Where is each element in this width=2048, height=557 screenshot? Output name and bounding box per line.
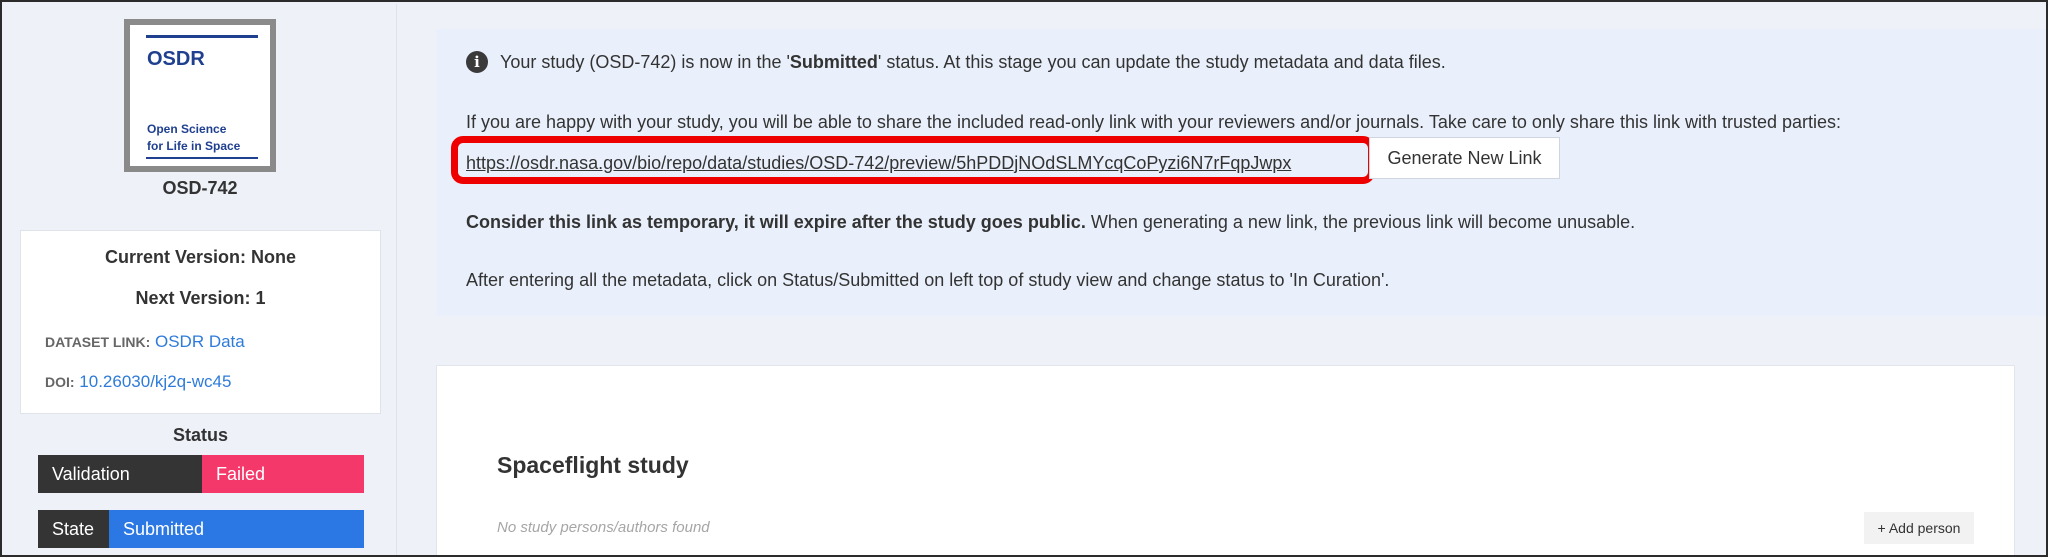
- app-window: OSDR Open Science for Life in Space OSD-…: [0, 0, 2048, 557]
- version-card: Current Version: None Next Version: 1 DA…: [20, 230, 381, 414]
- dataset-link[interactable]: OSDR Data: [155, 332, 245, 351]
- logo-tagline: Open Science for Life in Space: [147, 121, 240, 155]
- study-id-label: OSD-742: [162, 178, 238, 198]
- link-expiry-bold: Consider this link as temporary, it will…: [466, 212, 1086, 232]
- doi-row: DOI: 10.26030/kj2q-wc45: [45, 372, 231, 392]
- study-title: Spaceflight study: [497, 452, 689, 478]
- logo-rule-top: [146, 35, 258, 38]
- generate-new-link-button[interactable]: Generate New Link: [1369, 137, 1560, 179]
- logo-rule-bottom: [146, 157, 258, 159]
- preview-link[interactable]: https://osdr.nasa.gov/bio/repo/data/stud…: [466, 153, 1291, 174]
- logo-tagline-line2: for Life in Space: [147, 139, 241, 153]
- info-icon: i: [466, 51, 488, 73]
- dataset-link-row: DATASET LINK: OSDR Data: [45, 332, 245, 352]
- submission-notice: i Your study (OSD-742) is now in the 'Su…: [436, 29, 2046, 316]
- share-instructions: If you are happy with your study, you wi…: [466, 112, 1842, 132]
- doi-link[interactable]: 10.26030/kj2q-wc45: [79, 372, 231, 391]
- doi-label: DOI:: [45, 374, 75, 390]
- status-info-prefix: Your study (OSD-742) is now in the ': [500, 51, 790, 72]
- link-expiry-rest: When generating a new link, the previous…: [1085, 212, 1636, 232]
- add-person-button[interactable]: + Add person: [1864, 512, 1974, 544]
- status-title: Status: [172, 425, 228, 445]
- current-version: Current Version: None: [104, 247, 297, 267]
- study-sidebar: OSDR Open Science for Life in Space OSD-…: [4, 4, 397, 555]
- logo-tagline-line1: Open Science: [147, 122, 227, 136]
- state-status-badge[interactable]: State Submitted: [38, 510, 364, 548]
- validation-status-badge: Validation Failed: [38, 455, 364, 493]
- state-label: State: [38, 510, 109, 548]
- logo-title: OSDR: [147, 48, 205, 70]
- link-expiry-note: Consider this link as temporary, it will…: [466, 212, 1635, 233]
- status-info-text: Your study (OSD-742) is now in the 'Subm…: [500, 52, 1446, 73]
- status-info-line: i Your study (OSD-742) is now in the 'Su…: [466, 51, 1446, 73]
- status-info-status: Submitted: [789, 51, 878, 72]
- curation-instructions: After entering all the metadata, click o…: [466, 270, 1390, 290]
- dataset-link-label: DATASET LINK:: [45, 334, 151, 350]
- validation-label: Validation: [38, 455, 202, 493]
- validation-value: Failed: [202, 455, 364, 493]
- next-version: Next Version: 1: [135, 288, 266, 308]
- no-persons-message: No study persons/authors found: [497, 519, 710, 536]
- status-info-suffix: ' status. At this stage you can update t…: [877, 51, 1446, 72]
- osdr-logo: OSDR Open Science for Life in Space: [124, 19, 276, 172]
- study-panel: Spaceflight study No study persons/autho…: [436, 365, 2015, 555]
- state-value[interactable]: Submitted: [109, 510, 364, 548]
